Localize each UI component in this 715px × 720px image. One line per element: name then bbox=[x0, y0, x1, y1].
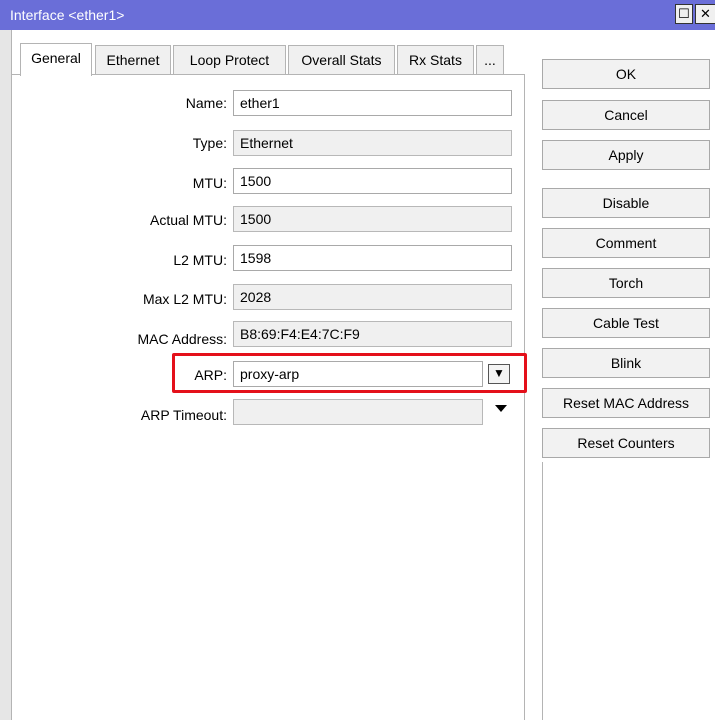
tab-strip: General Ethernet Loop Protect Overall St… bbox=[12, 30, 532, 76]
reset-mac-address-button[interactable]: Reset MAC Address bbox=[542, 388, 710, 418]
mac-address-label: MAC Address: bbox=[137, 331, 227, 347]
tab-rx-stats[interactable]: Rx Stats bbox=[397, 45, 474, 74]
l2-mtu-field[interactable]: 1598 bbox=[233, 245, 512, 271]
tab-general[interactable]: General bbox=[20, 43, 92, 76]
tab-ethernet[interactable]: Ethernet bbox=[95, 45, 171, 74]
maximize-icon[interactable]: ☐ bbox=[675, 4, 693, 24]
button-column-border bbox=[542, 462, 711, 720]
actual-mtu-label: Actual MTU: bbox=[149, 212, 227, 228]
cable-test-button[interactable]: Cable Test bbox=[542, 308, 710, 338]
mtu-label: MTU: bbox=[192, 175, 227, 191]
apply-button[interactable]: Apply bbox=[542, 140, 710, 170]
reset-counters-button[interactable]: Reset Counters bbox=[542, 428, 710, 458]
blink-button[interactable]: Blink bbox=[542, 348, 710, 378]
actual-mtu-field: 1500 bbox=[233, 206, 512, 232]
type-field: Ethernet bbox=[233, 130, 512, 156]
tab-more[interactable]: ... bbox=[476, 45, 504, 74]
name-label: Name: bbox=[185, 95, 227, 111]
close-icon[interactable]: ✕ bbox=[695, 4, 715, 24]
max-l2-mtu-field: 2028 bbox=[233, 284, 512, 310]
comment-button[interactable]: Comment bbox=[542, 228, 710, 258]
window-title: Interface <ether1> bbox=[10, 7, 125, 23]
torch-button[interactable]: Torch bbox=[542, 268, 710, 298]
l2-mtu-label: L2 MTU: bbox=[173, 252, 227, 268]
arp-highlight-box bbox=[172, 353, 527, 393]
ok-button[interactable]: OK bbox=[542, 59, 710, 89]
mac-address-field: B8:69:F4:E4:7C:F9 bbox=[233, 321, 512, 347]
tab-loop-protect[interactable]: Loop Protect bbox=[173, 45, 286, 74]
disable-button[interactable]: Disable bbox=[542, 188, 710, 218]
tab-overall-stats[interactable]: Overall Stats bbox=[288, 45, 395, 74]
window-titlebar: Interface <ether1> ☐ ✕ bbox=[0, 0, 715, 30]
arp-timeout-label: ARP Timeout: bbox=[140, 407, 227, 423]
type-label: Type: bbox=[192, 135, 227, 151]
mtu-field[interactable]: 1500 bbox=[233, 168, 512, 194]
arp-timeout-field[interactable] bbox=[233, 399, 483, 425]
cancel-button[interactable]: Cancel bbox=[542, 100, 710, 130]
name-field[interactable]: ether1 bbox=[233, 90, 512, 116]
max-l2-mtu-label: Max L2 MTU: bbox=[142, 291, 227, 307]
arp-timeout-dropdown-icon[interactable] bbox=[495, 405, 507, 412]
